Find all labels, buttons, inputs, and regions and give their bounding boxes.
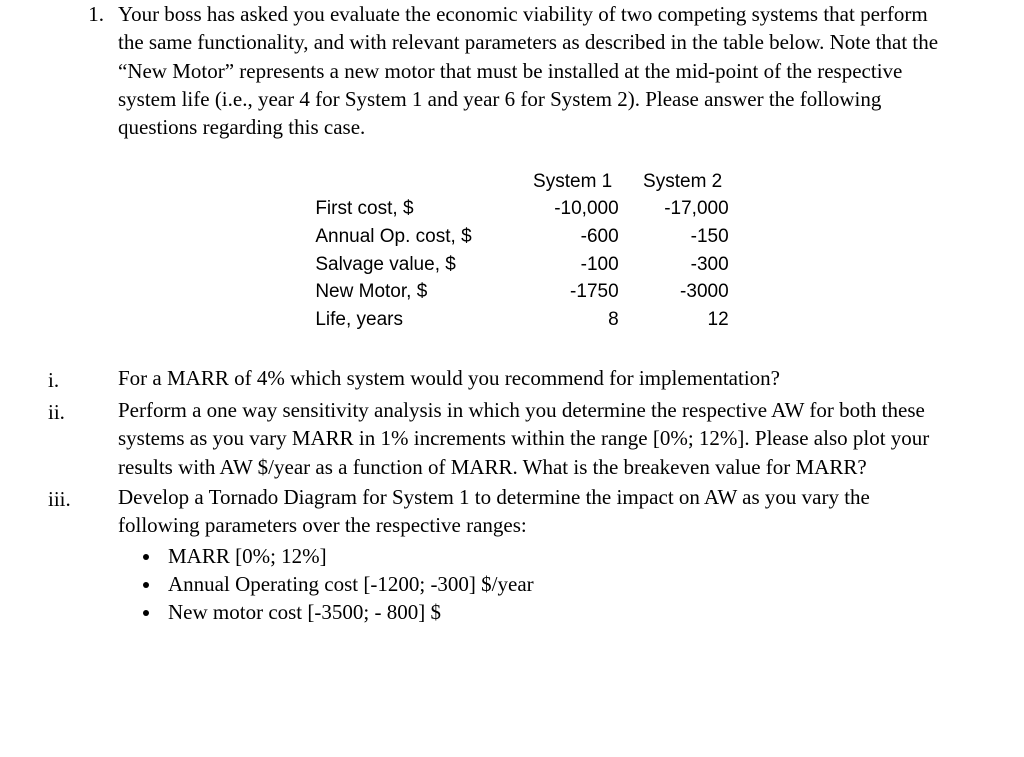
row-label: First cost, $ bbox=[315, 195, 526, 223]
subpart-text: Perform a one way sensitivity analysis i… bbox=[118, 396, 944, 481]
subparts-list: i. For a MARR of 4% which system would y… bbox=[48, 364, 944, 627]
question-block: 1. Your boss has asked you evaluate the … bbox=[80, 0, 944, 629]
row-system2: -150 bbox=[637, 223, 747, 251]
row-system2: -17,000 bbox=[637, 195, 747, 223]
row-label: New Motor, $ bbox=[315, 278, 526, 306]
subpart-i: i. For a MARR of 4% which system would y… bbox=[48, 364, 944, 394]
row-system2: 12 bbox=[637, 306, 747, 334]
row-system1: -100 bbox=[527, 251, 637, 279]
table-header-system2: System 2 bbox=[637, 168, 747, 196]
subpart-text: Develop a Tornado Diagram for System 1 t… bbox=[118, 485, 870, 537]
row-system1: -1750 bbox=[527, 278, 637, 306]
parameters-table: System 1 System 2 First cost, $ -10,000 … bbox=[315, 168, 746, 334]
subpart-iii: iii. Develop a Tornado Diagram for Syste… bbox=[48, 483, 944, 627]
table-header-label bbox=[315, 168, 526, 196]
table-row: First cost, $ -10,000 -17,000 bbox=[315, 195, 746, 223]
table-row: Annual Op. cost, $ -600 -150 bbox=[315, 223, 746, 251]
subpart-ii: ii. Perform a one way sensitivity analys… bbox=[48, 396, 944, 481]
table-header-row: System 1 System 2 bbox=[315, 168, 746, 196]
table-row: New Motor, $ -1750 -3000 bbox=[315, 278, 746, 306]
question-intro: Your boss has asked you evaluate the eco… bbox=[118, 0, 944, 142]
subpart-content: Develop a Tornado Diagram for System 1 t… bbox=[118, 483, 944, 627]
subpart-number: i. bbox=[48, 364, 100, 394]
subpart-iii-bullets: MARR [0%; 12%] Annual Operating cost [-1… bbox=[162, 542, 944, 627]
table-row: Salvage value, $ -100 -300 bbox=[315, 251, 746, 279]
row-label: Salvage value, $ bbox=[315, 251, 526, 279]
subpart-number: ii. bbox=[48, 396, 100, 481]
subpart-number: iii. bbox=[48, 483, 100, 627]
bullet-item: MARR [0%; 12%] bbox=[162, 542, 944, 570]
bullet-item: Annual Operating cost [-1200; -300] $/ye… bbox=[162, 570, 944, 598]
table-header-system1: System 1 bbox=[527, 168, 637, 196]
row-label: Annual Op. cost, $ bbox=[315, 223, 526, 251]
row-system1: -10,000 bbox=[527, 195, 637, 223]
row-system1: -600 bbox=[527, 223, 637, 251]
row-system1: 8 bbox=[527, 306, 637, 334]
row-label: Life, years bbox=[315, 306, 526, 334]
subpart-text: For a MARR of 4% which system would you … bbox=[118, 364, 944, 394]
row-system2: -300 bbox=[637, 251, 747, 279]
bullet-item: New motor cost [-3500; - 800] $ bbox=[162, 598, 944, 626]
table-row: Life, years 8 12 bbox=[315, 306, 746, 334]
row-system2: -3000 bbox=[637, 278, 747, 306]
question-content: Your boss has asked you evaluate the eco… bbox=[118, 0, 944, 629]
parameters-table-wrap: System 1 System 2 First cost, $ -10,000 … bbox=[118, 168, 944, 334]
